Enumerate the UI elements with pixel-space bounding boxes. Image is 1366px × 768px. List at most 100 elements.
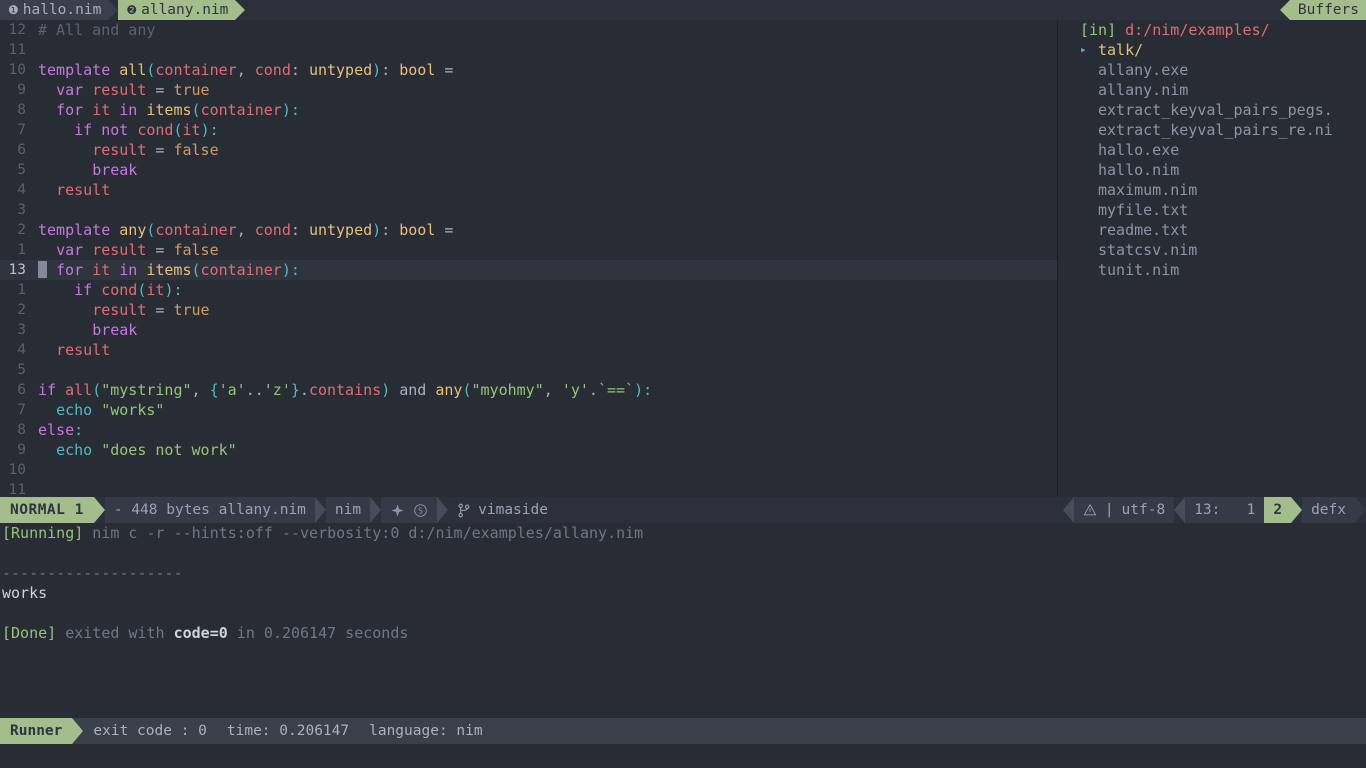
code-token: } [290,381,300,399]
explorer-file-item[interactable]: hallo.exe [1058,140,1366,160]
explorer-file-item[interactable]: readme.txt [1058,220,1366,240]
code-token: it [92,261,120,279]
code-line[interactable]: 9 var result = true [0,80,1057,100]
code-line[interactable]: 6 if all("mystring", {'a'..'z'}.contains)… [0,380,1057,400]
code-token: ) [200,121,210,139]
buffers-tab[interactable]: Buffers [1279,0,1366,20]
gutter-gap [26,220,38,240]
explorer-file-item[interactable]: extract_keyval_pairs_re.ni [1058,120,1366,140]
code-line[interactable]: 2 template any(container, cond: untyped):… [0,220,1057,240]
line-number: 1 [17,282,26,298]
code-editor[interactable]: 12 # All and any 11 10 template all(containe… [0,20,1057,497]
gutter-gap [26,20,38,40]
explorer-dir-item[interactable]: ▸ talk/ [1058,40,1366,60]
code-token: ( [191,101,201,119]
window-number-label: 2 [1273,502,1283,518]
terminal-output-panel[interactable]: [Running] nim c -r --hints:off --verbosi… [0,523,1366,718]
code-line[interactable]: 11 [0,480,1057,497]
code-token: ( [173,121,183,139]
code-token: result [92,301,147,319]
status-arrow-2 [314,497,326,523]
status-spacer [556,497,1063,523]
code-line[interactable]: 12 # All and any [0,20,1057,40]
line-number: 2 [17,222,26,238]
explorer-file-item[interactable]: maximum.nim [1058,180,1366,200]
code-token: cond [254,61,291,79]
code-line[interactable]: 7 if not cond(it): [0,120,1057,140]
code-line[interactable]: 3 break [0,320,1057,340]
explorer-file-item[interactable]: allany.exe [1058,60,1366,80]
code-token: `==` [597,381,635,399]
runner-label-text: Runner [10,723,63,739]
explorer-item-label: maximum.nim [1098,181,1198,199]
tab-number-icon: ❷ [126,3,138,17]
code-line[interactable]: 8 for it in items(container): [0,100,1057,120]
status-encoding: | utf-8 [1073,497,1175,523]
terminal-text: code=0 [173,624,228,642]
code-token: container [200,261,282,279]
explorer-header: [in] d:/nim/examples/ [1058,20,1366,40]
status-file-info: - 448 bytes allany.nim [104,497,315,523]
code-line[interactable]: 5 [0,360,1057,380]
code-line[interactable]: 10 [0,460,1057,480]
chevron-right-icon[interactable]: ▸ [1080,40,1087,60]
gutter-gap [26,240,38,260]
code-line[interactable]: 1 if cond(it): [0,280,1057,300]
line-number: 13 [8,262,26,278]
vim-ide-window: ❶ hallo.nim ❷ allany.nim Buffers 12 # All a… [0,0,1366,768]
line-number: 7 [17,122,26,138]
code-line[interactable]: 4 result [0,340,1057,360]
code-token: it [92,101,120,119]
file-explorer-panel[interactable]: [in] d:/nim/examples/▸ talk/allany.exe all… [1058,20,1366,497]
code-token: var [56,241,93,259]
code-line[interactable]: 4 result [0,180,1057,200]
line-number: 4 [17,182,26,198]
code-line[interactable]: 8 else: [0,420,1057,440]
runner-status-bar: Runner exit code : 0 time: 0.206147 lang… [0,718,1366,744]
code-line[interactable]: 5 break [0,160,1057,180]
code-line[interactable]: 6 result = false [0,140,1057,160]
code-token: : [209,121,219,139]
explorer-item-label: hallo.exe [1098,141,1180,159]
explorer-file-item[interactable]: allany.nim [1058,80,1366,100]
explorer-file-item[interactable]: tunit.nim [1058,260,1366,280]
code-line[interactable]: 9 echo "does not work" [0,440,1057,460]
explorer-file-item[interactable]: myfile.txt [1058,200,1366,220]
code-token: , [191,381,210,399]
line-number: 10 [8,462,26,478]
code-line[interactable]: 3 [0,200,1057,220]
code-line[interactable]: 2 result = true [0,300,1057,320]
line-number: 11 [8,42,26,58]
code-line[interactable]: 11 [0,40,1057,60]
code-line[interactable]: 10 template all(container, cond: untyped)… [0,60,1057,80]
code-token: var [56,81,93,99]
gutter-gap [26,200,38,220]
tab-number-icon: ❶ [8,3,19,17]
code-token: true [173,81,210,99]
code-text: template all(container, cond: untyped): … [38,60,1057,80]
status-arrow-7 [1291,497,1303,523]
code-line[interactable]: 13 for it in items(container): [0,260,1057,280]
explorer-file-item[interactable]: hallo.nim [1058,160,1366,180]
gutter-gap [26,420,38,440]
tab-allany-nim[interactable]: ❷ allany.nim [118,0,236,20]
code-text: var result = false [38,240,1057,260]
tab-hallo-nim[interactable]: ❶ hallo.nim [0,0,109,20]
explorer-header-path: d:/nim/examples/ [1116,21,1270,39]
status-icons-group: S [381,497,438,523]
terminal-text: [Done] [2,624,57,642]
status-arrow-6 [1174,497,1186,523]
code-line[interactable]: 7 echo "works" [0,400,1057,420]
gutter-gap [26,80,38,100]
code-token: , [543,381,562,399]
explorer-item-label: hallo.nim [1098,161,1180,179]
terminal-text: works [2,584,48,602]
gutter-gap [26,340,38,360]
tab-label: allany.nim [141,2,229,18]
gutter-gap [26,280,38,300]
code-line[interactable]: 1 var result = false [0,240,1057,260]
explorer-file-item[interactable]: extract_keyval_pairs_pegs. [1058,100,1366,120]
explorer-file-item[interactable]: statcsv.nim [1058,240,1366,260]
